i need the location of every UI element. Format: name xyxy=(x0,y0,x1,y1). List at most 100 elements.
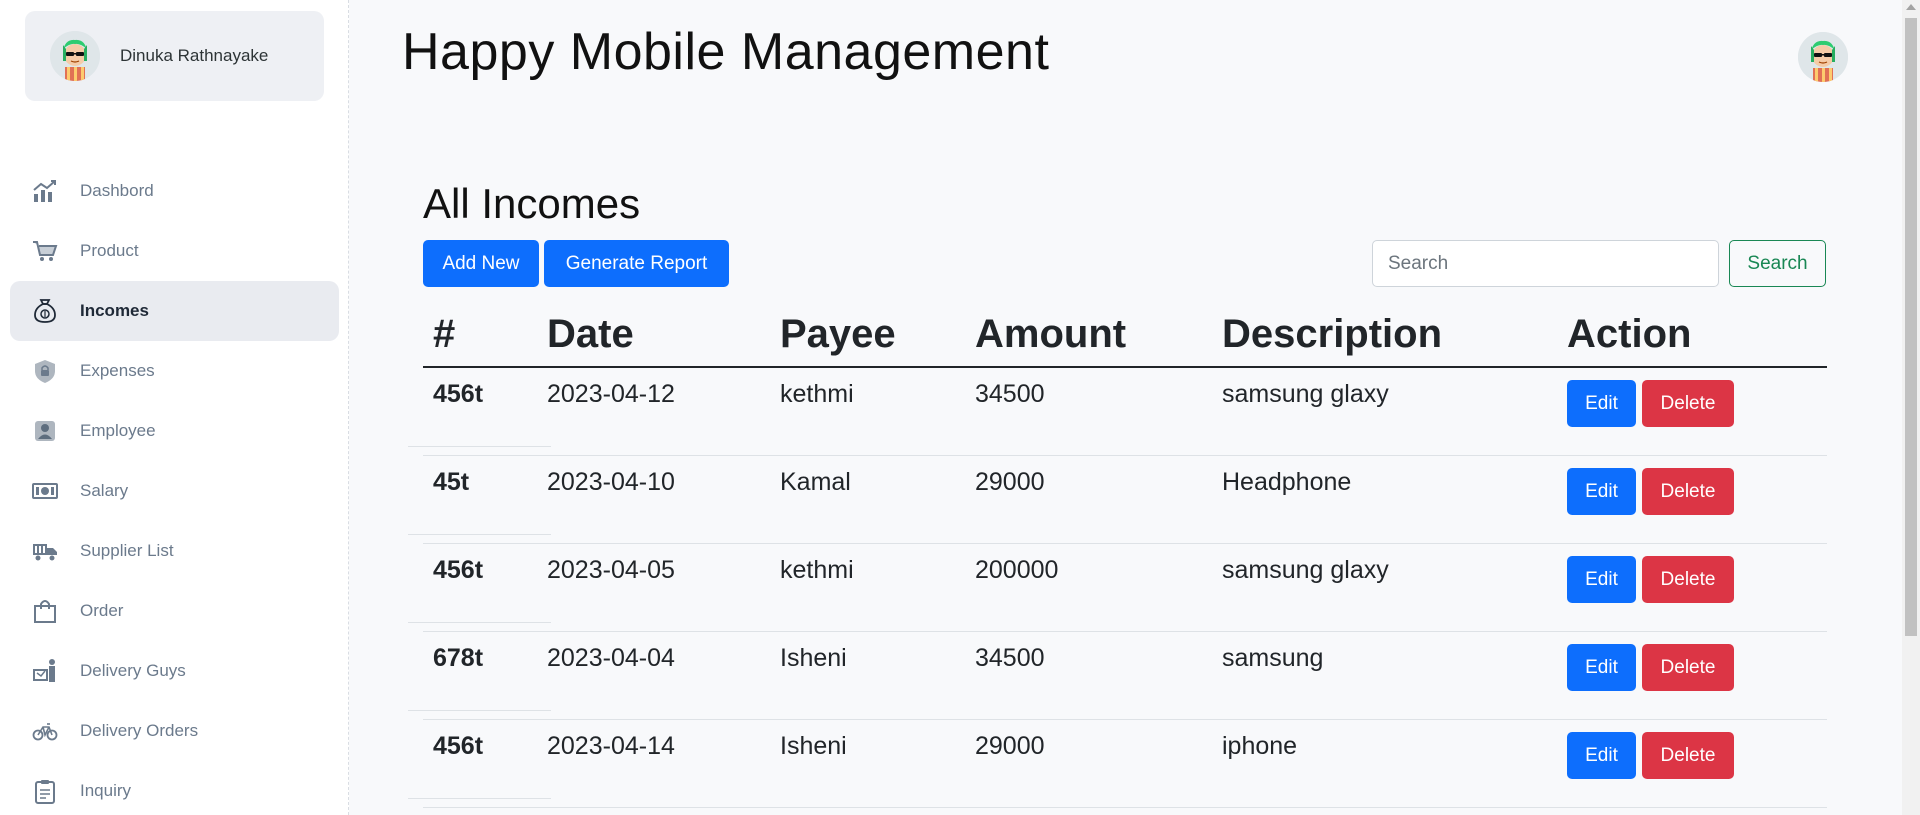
column-header-description: Description xyxy=(1222,311,1443,356)
sidebar-item-salary[interactable]: Salary xyxy=(10,461,339,521)
sidebar-item-label: Inquiry xyxy=(80,781,132,800)
app-title: Happy Mobile Management xyxy=(402,23,1050,81)
edit-button[interactable]: Edit xyxy=(1567,380,1636,427)
row-amount: 34500 xyxy=(975,380,1045,408)
clipboard-icon xyxy=(31,777,59,805)
row-id: 456t xyxy=(433,556,484,584)
delete-button[interactable]: Delete xyxy=(1642,556,1734,603)
table-header: # Date Payee Amount Description Action xyxy=(423,302,1827,368)
scroll-up-arrow-icon[interactable] xyxy=(1906,4,1916,10)
row-amount: 34500 xyxy=(975,644,1045,672)
row-date: 2023-04-05 xyxy=(547,556,675,584)
sidebar-item-expenses[interactable]: Expenses xyxy=(10,341,339,401)
row-id: 678t xyxy=(433,644,484,672)
user-avatar xyxy=(50,31,100,81)
sidebar-item-label: Employee xyxy=(80,421,156,440)
sidebar-item-label: Supplier List xyxy=(80,541,174,560)
generate-report-button[interactable]: Generate Report xyxy=(544,240,729,287)
sidebar-item-label: Incomes xyxy=(80,301,149,320)
truck-icon xyxy=(31,537,59,565)
shopping-bag-icon xyxy=(31,597,59,625)
row-description: Headphone xyxy=(1222,468,1352,496)
table-row: 456t 2023-04-14 Isheni 29000 iphone Edit… xyxy=(408,720,1827,808)
row-description: iphone xyxy=(1222,732,1298,760)
row-date: 2023-04-10 xyxy=(547,468,675,496)
delivery-person-icon xyxy=(31,657,59,685)
edit-button[interactable]: Edit xyxy=(1567,644,1636,691)
sidebar-item-label: Dashbord xyxy=(80,181,154,200)
edit-button[interactable]: Edit xyxy=(1567,556,1636,603)
column-header-payee: Payee xyxy=(780,311,896,356)
sidebar-item-label: Delivery Orders xyxy=(80,721,199,740)
row-description: samsung glaxy xyxy=(1222,556,1389,584)
table-row: 45t 2023-04-10 Kamal 29000 Headphone Edi… xyxy=(408,456,1827,544)
row-divider xyxy=(408,622,551,623)
sidebar-item-product[interactable]: Product xyxy=(10,221,339,281)
column-header-date: Date xyxy=(547,311,634,356)
scrollbar-thumb[interactable] xyxy=(1905,18,1917,636)
delete-button[interactable]: Delete xyxy=(1642,380,1734,427)
cash-icon xyxy=(31,477,59,505)
delete-button[interactable]: Delete xyxy=(1642,732,1734,779)
row-description: samsung glaxy xyxy=(1222,380,1389,408)
column-header-amount: Amount xyxy=(975,311,1127,356)
row-description: samsung xyxy=(1222,644,1324,672)
edit-button[interactable]: Edit xyxy=(1567,468,1636,515)
row-payee: Isheni xyxy=(780,644,847,672)
sidebar-item-inquiry[interactable]: Inquiry xyxy=(10,761,339,815)
row-divider xyxy=(408,446,551,447)
search-input[interactable] xyxy=(1372,240,1719,287)
search-button[interactable]: Search xyxy=(1729,240,1826,287)
page-heading: All Incomes xyxy=(423,180,641,227)
row-id: 456t xyxy=(433,732,484,760)
sidebar-item-dashbord[interactable]: Dashbord xyxy=(10,161,339,221)
row-divider xyxy=(408,798,551,799)
row-amount: 29000 xyxy=(975,468,1045,496)
row-payee: Kamal xyxy=(780,468,851,496)
sidebar-item-delivery-orders[interactable]: Delivery Orders xyxy=(10,701,339,761)
sidebar: Dinuka Rathnayake Dashbord Product Incom… xyxy=(0,0,349,815)
column-header-action: Action xyxy=(1567,311,1692,356)
bicycle-icon xyxy=(31,717,59,745)
sidebar-item-label: Product xyxy=(80,241,139,260)
money-bag-icon xyxy=(31,297,59,325)
add-new-button[interactable]: Add New xyxy=(423,240,539,287)
row-date: 2023-04-14 xyxy=(547,732,675,760)
sidebar-nav: Dashbord Product Incomes Expenses Employ… xyxy=(10,161,339,815)
cart-icon xyxy=(31,237,59,265)
table-row: 678t 2023-04-04 Isheni 34500 samsung Edi… xyxy=(408,632,1827,720)
sidebar-item-label: Salary xyxy=(80,481,129,500)
sidebar-item-incomes[interactable]: Incomes xyxy=(10,281,339,341)
row-divider xyxy=(408,534,551,535)
row-date: 2023-04-04 xyxy=(547,644,675,672)
page-scrollbar[interactable] xyxy=(1902,0,1920,815)
row-payee: kethmi xyxy=(780,380,854,408)
row-amount: 29000 xyxy=(975,732,1045,760)
chart-icon xyxy=(31,177,59,205)
row-payee: Isheni xyxy=(780,732,847,760)
sidebar-item-employee[interactable]: Employee xyxy=(10,401,339,461)
person-badge-icon xyxy=(31,417,59,445)
header-avatar[interactable] xyxy=(1798,32,1848,82)
column-header-id: # xyxy=(433,311,456,356)
sidebar-item-label: Order xyxy=(80,601,124,620)
delete-button[interactable]: Delete xyxy=(1642,644,1734,691)
shield-lock-icon xyxy=(31,357,59,385)
sidebar-item-label: Delivery Guys xyxy=(80,661,186,680)
row-date: 2023-04-12 xyxy=(547,380,675,408)
sidebar-item-order[interactable]: Order xyxy=(10,581,339,641)
row-payee: kethmi xyxy=(780,556,854,584)
sidebar-item-supplier-list[interactable]: Supplier List xyxy=(10,521,339,581)
incomes-table: # Date Payee Amount Description Action 4… xyxy=(408,302,1827,808)
profile-card[interactable]: Dinuka Rathnayake xyxy=(25,11,324,101)
row-amount: 200000 xyxy=(975,556,1059,584)
sidebar-item-label: Expenses xyxy=(80,361,155,380)
row-id: 456t xyxy=(433,380,484,408)
user-name: Dinuka Rathnayake xyxy=(120,46,269,65)
row-divider xyxy=(408,710,551,711)
sidebar-item-delivery-guys[interactable]: Delivery Guys xyxy=(10,641,339,701)
edit-button[interactable]: Edit xyxy=(1567,732,1636,779)
table-row: 456t 2023-04-05 kethmi 200000 samsung gl… xyxy=(408,544,1827,632)
delete-button[interactable]: Delete xyxy=(1642,468,1734,515)
table-row: 456t 2023-04-12 kethmi 34500 samsung gla… xyxy=(408,368,1827,456)
